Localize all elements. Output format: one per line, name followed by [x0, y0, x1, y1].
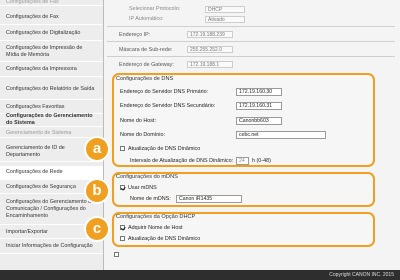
sidebar-item-label: Iniciar Informações de Configuração — [6, 243, 93, 250]
subnet-mask-value: 255.255.252.0 — [187, 46, 233, 53]
sidebar-item-label: Configurações de Fax — [6, 0, 59, 6]
protocol-label: Selecionar Protocolo: — [129, 6, 181, 12]
mdns-name-label: Nome de mDNS: — [130, 196, 171, 202]
dns-primary-input[interactable]: 172.19.160.30 — [236, 88, 282, 96]
divider — [107, 41, 395, 42]
sidebar-item-system-mgmt-settings[interactable]: Configurações do Gerenciamento do Sistem… — [0, 113, 103, 127]
dns-interval-unit: h (0-48) — [252, 158, 271, 164]
callout-badge-c: c — [86, 218, 108, 240]
dns-interval-input[interactable]: 24 — [236, 157, 249, 165]
gateway-value: 172.19.188.1 — [187, 61, 233, 68]
auto-ip-value: Ativado — [205, 16, 245, 23]
dhcp-option-title: Configurações da Opção DHCP — [116, 214, 196, 220]
sidebar-item-printer[interactable]: Configurações da Impressora — [0, 63, 103, 77]
sidebar-item-label: Gerenciamento de ID de Departamento — [6, 144, 65, 158]
ip-address-label: Endereço IP: — [119, 32, 151, 38]
collapsed-option-checkbox[interactable] — [114, 252, 119, 257]
sidebar-item-report[interactable]: Configurações do Relatório de Saída — [0, 80, 103, 100]
acquire-host-name-checkbox[interactable] — [120, 225, 125, 230]
dhcp-dynamic-dns-checkbox[interactable] — [120, 236, 125, 241]
sidebar-item-label: Configurações Favoritas — [6, 103, 65, 110]
sidebar-item-label: Gerenciamento de Sistema — [6, 130, 72, 137]
subnet-mask-label: Máscara de Sub-rede: — [119, 47, 173, 53]
sidebar-item-init-settings[interactable]: Iniciar Informações de Configuração — [0, 240, 103, 254]
mdns-settings-title: Configurações do mDNS — [116, 174, 178, 180]
sidebar-item-label: Configurações de Rede — [6, 169, 63, 176]
protocol-value: DHCP — [205, 6, 245, 13]
use-mdns-checkbox[interactable] — [120, 185, 125, 190]
sidebar-item-label: Configurações de Fax — [6, 14, 59, 21]
use-mdns-label: Usar mDNS — [128, 185, 157, 191]
dns-settings-title: Configurações de DNS — [116, 76, 174, 82]
domain-name-input[interactable]: cebc.net — [236, 131, 326, 139]
host-name-input[interactable]: Canonbb603 — [236, 117, 282, 125]
mdns-name-input[interactable]: Canon iR1435 — [176, 195, 242, 203]
gateway-label: Endereço de Gateway: — [119, 62, 174, 68]
sidebar-item-system-mgmt[interactable]: Gerenciamento de Sistema — [0, 130, 103, 138]
sidebar-item-label: Importar/Exportar — [6, 228, 48, 235]
sidebar-item-label: Configurações de Impressão de Mídia de M… — [6, 44, 83, 58]
divider — [107, 56, 395, 57]
sidebar-item-scan[interactable]: Configurações de Digitalização — [0, 27, 103, 41]
footer-bar: Copyright CANON INC. 2015 — [0, 270, 400, 280]
sidebar-item-label: Configurações do Relatório de Saída — [6, 86, 95, 93]
sidebar-item-label: Configurações do Gerenciamento do Sistem… — [6, 112, 93, 126]
copyright-text: Copyright CANON INC. 2015 — [329, 272, 394, 278]
dns-secondary-input[interactable]: 172.19.160.31 — [236, 102, 282, 110]
divider — [107, 26, 395, 27]
sidebar-item-communication[interactable]: Configurações do Gerenciamento de Comuni… — [0, 195, 103, 225]
dns-interval-label: Intervalo de Atualização de DNS Dinâmico… — [130, 158, 234, 164]
dhcp-dynamic-dns-label: Atualização de DNS Dinâmico — [128, 236, 201, 242]
sidebar-item-fax-settings[interactable]: Configurações de Fax — [0, 11, 103, 25]
ip-address-value: 172.19.188.239 — [187, 31, 233, 38]
sidebar-item-memory-print[interactable]: Configurações de Impressão de Mídia de M… — [0, 42, 103, 62]
domain-name-label: Nome do Domínio: — [120, 132, 165, 138]
sidebar-item-label: Configurações de Digitalização — [6, 30, 81, 37]
sidebar-item-label: Configurações de Segurança — [6, 183, 76, 190]
dynamic-dns-checkbox[interactable] — [120, 146, 125, 151]
host-name-label: Nome do Host: — [120, 118, 156, 124]
dns-primary-label: Endereço do Servidor DNS Primário: — [120, 89, 209, 95]
callout-badge-a: a — [86, 138, 108, 160]
sidebar-item-label: Configurações da Impressora — [6, 66, 77, 73]
acquire-host-name-label: Adquirir Nome de Host — [128, 225, 183, 231]
dns-secondary-label: Endereço do Servidor DNS Secundário: — [120, 103, 216, 109]
dynamic-dns-label: Atualização de DNS Dinâmico — [128, 146, 201, 152]
callout-badge-b: b — [86, 180, 108, 202]
sidebar-item-fax[interactable]: Configurações de Fax — [0, 0, 103, 6]
sidebar-item-label: Configurações do Gerenciamento de Comuni… — [6, 199, 95, 219]
sidebar-item-network[interactable]: Configurações de Rede — [0, 166, 103, 180]
auto-ip-label: IP Automático: — [129, 16, 164, 22]
